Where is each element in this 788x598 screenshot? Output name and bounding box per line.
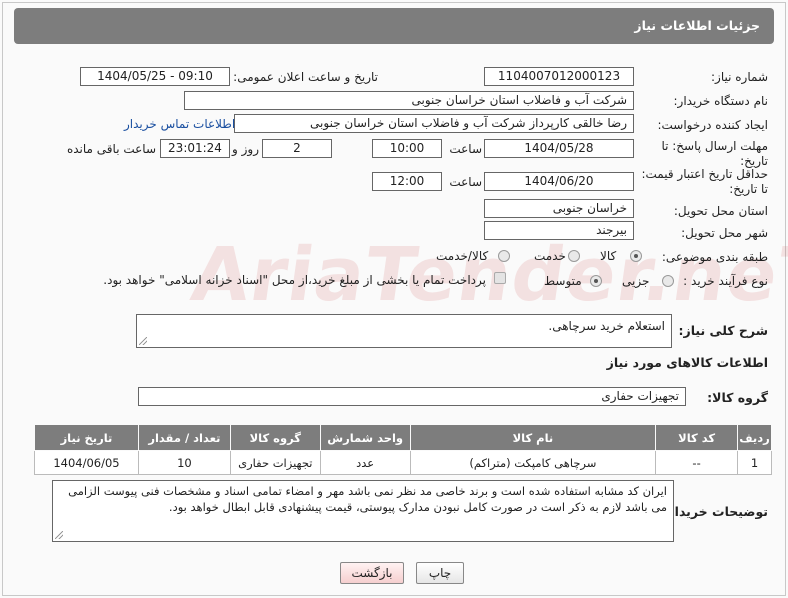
back-button[interactable]: بازگشت <box>340 562 404 584</box>
col-code: کد کالا <box>655 424 739 451</box>
cell-group: تجهیزات حفاری <box>229 450 321 475</box>
category-option-goods: کالا <box>600 249 617 263</box>
description-textarea[interactable]: استعلام خرید سرچاهی. <box>136 314 672 348</box>
process-label: نوع فرآیند خرید : <box>683 274 768 288</box>
goods-section-title: اطلاعات کالاهای مورد نیاز <box>606 355 768 370</box>
days-field: 2 <box>262 139 332 158</box>
buyer-notes-label: توضیحات خریدار: <box>662 504 768 519</box>
remaining-time-label: ساعت باقی مانده <box>66 142 156 156</box>
need-number-label: شماره نیاز: <box>711 70 768 84</box>
description-label: شرح کلی نیاز: <box>678 323 768 338</box>
announce-label: تاریخ و ساعت اعلان عمومی: <box>233 70 378 84</box>
city-label: شهر محل تحویل: <box>681 226 768 240</box>
resize-grip[interactable] <box>55 531 63 539</box>
reply-deadline-label-2: تاریخ: <box>740 154 768 168</box>
price-time-label: ساعت <box>449 175 482 189</box>
category-radio-service[interactable] <box>568 250 580 262</box>
buyer-notes-textarea[interactable]: ایران کد مشابه استفاده شده است و برند خا… <box>52 480 674 542</box>
goods-table: ردیف کد کالا نام کالا واحد شمارش گروه کا… <box>34 424 772 475</box>
creator-field: رضا خالقی کارپرداز شرکت آب و فاضلاب استا… <box>234 114 634 133</box>
col-row: ردیف <box>737 424 772 451</box>
buyer-org-field: شرکت آب و فاضلاب استان خراسان جنوبی <box>184 91 634 110</box>
price-deadline-label: حداقل تاریخ اعتبار قیمت: <box>641 167 768 181</box>
price-deadline-label-2: تا تاریخ: <box>729 182 768 196</box>
process-option-medium: متوسط <box>544 274 582 288</box>
cell-need-date: 1404/06/05 <box>34 450 139 475</box>
col-group: گروه کالا <box>229 424 321 451</box>
treasury-payment-note: پرداخت تمام یا بخشی از مبلغ خرید،از محل … <box>103 273 486 287</box>
buyer-notes-text: ایران کد مشابه استفاده شده است و برند خا… <box>68 484 667 514</box>
process-radio-medium[interactable] <box>590 275 602 287</box>
print-button[interactable]: چاپ <box>416 562 464 584</box>
category-option-service: خدمت <box>534 249 566 263</box>
category-label: طبقه بندی موضوعی: <box>661 250 768 264</box>
cell-row: 1 <box>737 450 772 475</box>
province-label: استان محل تحویل: <box>673 204 768 218</box>
creator-label: ایجاد کننده درخواست: <box>657 118 768 132</box>
price-date-field: 1404/06/20 <box>484 172 634 191</box>
cell-quantity: 10 <box>137 450 231 475</box>
reply-time-label: ساعت <box>449 142 482 156</box>
category-radio-goods-service[interactable] <box>498 250 510 262</box>
reply-time-field: 10:00 <box>372 139 442 158</box>
col-unit: واحد شمارش <box>319 424 411 451</box>
category-option-goods-service: کالا/خدمت <box>436 249 489 263</box>
goods-table-header: ردیف کد کالا نام کالا واحد شمارش گروه کا… <box>34 424 772 451</box>
description-text: استعلام خرید سرچاهی. <box>548 319 665 333</box>
col-quantity: تعداد / مقدار <box>137 424 231 451</box>
resize-grip[interactable] <box>139 337 147 345</box>
buyer-org-label: نام دستگاه خریدار: <box>673 94 769 108</box>
col-name: نام کالا <box>409 424 657 451</box>
category-radio-goods[interactable] <box>630 250 642 262</box>
reply-deadline-label: مهلت ارسال پاسخ: تا <box>661 139 768 153</box>
need-number-field: 1104007012000123 <box>484 67 634 86</box>
goods-group-label: گروه کالا: <box>707 390 768 405</box>
table-row: 1 -- سرچاهی کامپکت (متراکم) عدد تجهیزات … <box>34 450 772 475</box>
treasury-payment-checkbox[interactable] <box>494 272 506 284</box>
province-field: خراسان جنوبی <box>484 199 634 218</box>
days-label: روز و <box>232 142 259 156</box>
cell-code: -- <box>655 450 739 475</box>
goods-group-field: تجهیزات حفاری <box>138 387 686 406</box>
process-option-minor: جزیی <box>622 274 650 288</box>
cell-name: سرچاهی کامپکت (متراکم) <box>409 450 657 475</box>
price-time-field: 12:00 <box>372 172 442 191</box>
remaining-time-field: 23:01:24 <box>160 139 230 158</box>
reply-date-field: 1404/05/28 <box>484 139 634 158</box>
buyer-contact-link[interactable]: اطلاعات تماس خریدار <box>124 117 235 131</box>
page-title: جزئیات اطلاعات نیاز <box>14 8 774 44</box>
announce-field: 1404/05/25 - 09:10 <box>80 67 230 86</box>
process-radio-minor[interactable] <box>662 275 674 287</box>
cell-unit: عدد <box>319 450 411 475</box>
city-field: بیرجند <box>484 221 634 240</box>
col-need-date: تاریخ نیاز <box>34 424 139 451</box>
